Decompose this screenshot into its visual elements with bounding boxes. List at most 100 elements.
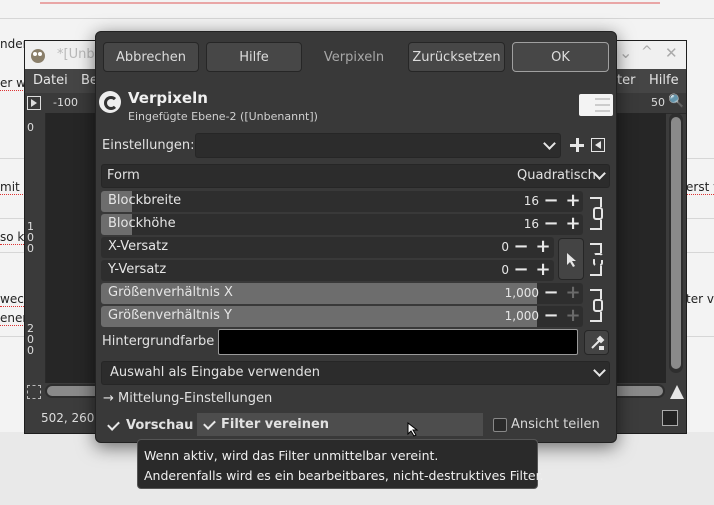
chain-linked-icon[interactable] — [593, 207, 603, 220]
mouse-cursor-icon — [407, 422, 419, 437]
block-width-spinscale[interactable]: Blockbreite 16 − + — [101, 191, 583, 212]
eyedropper-icon — [591, 335, 605, 350]
ratio-y-label: Größenverhältnis Y — [108, 308, 232, 323]
image-preview-icon[interactable] — [662, 410, 678, 426]
chain-bracket — [590, 243, 602, 253]
reset-button[interactable]: Zurücksetzen — [408, 42, 505, 72]
maximize-icon[interactable]: ^ — [641, 44, 653, 60]
block-height-spinscale[interactable]: Blockhöhe 16 − + — [101, 214, 583, 235]
ratio-y-spinscale[interactable]: Größenverhältnis Y 1,000 − + — [101, 306, 583, 327]
split-view-checkbox[interactable]: Ansicht teilen — [493, 417, 603, 435]
close-icon[interactable]: ✕ — [665, 44, 678, 62]
merge-filter-tooltip: Wenn aktiv, wird das Filter unmittelbar … — [137, 439, 544, 489]
pixelize-dialog: Abbrechen Hilfe Verpixeln Zurücksetzen O… — [95, 31, 617, 443]
chain-bracket — [590, 220, 602, 230]
menu-filter[interactable]: ter — [617, 73, 635, 88]
increment-icon[interactable]: + — [563, 191, 583, 212]
vertical-ruler: 0 1 0 0 2 0 0 — [25, 113, 46, 383]
gimp-logo-icon — [99, 91, 121, 113]
scrollbar-thumb[interactable] — [671, 117, 681, 369]
checkmark-icon — [107, 418, 120, 431]
zoom-icon[interactable]: 🔍 — [668, 94, 684, 109]
checkbox-indicator — [203, 417, 217, 432]
decrement-icon[interactable]: − — [541, 191, 561, 212]
background-color-label: Hintergrundfarbe — [102, 334, 215, 349]
minimize-icon[interactable]: ⌄ — [619, 43, 632, 62]
preview-checkbox[interactable]: Vorschau — [107, 417, 197, 435]
cancel-button[interactable]: Abbrechen — [103, 42, 199, 72]
ruler-label: 2 0 0 — [27, 322, 34, 357]
block-height-label: Blockhöhe — [108, 216, 176, 231]
decrement-icon[interactable]: − — [541, 283, 561, 304]
increment-icon[interactable]: + — [563, 306, 583, 327]
pointer-icon — [567, 253, 576, 267]
checkmark-icon — [203, 417, 216, 430]
offset-x-spinscale[interactable]: X-Versatz 0 − + — [101, 237, 554, 258]
vertical-scrollbar[interactable] — [669, 113, 683, 373]
navigate-icon[interactable] — [670, 385, 684, 399]
doc-text-fragment: ter ve — [686, 292, 714, 306]
help-button[interactable]: Hilfe — [206, 42, 302, 72]
increment-icon[interactable]: + — [533, 237, 553, 258]
preview-label: Vorschau — [126, 418, 194, 433]
checkbox-indicator — [493, 418, 507, 432]
ruler-label: 1 0 0 — [27, 220, 34, 255]
decrement-icon[interactable]: − — [541, 306, 561, 327]
chain-bracket — [590, 312, 602, 322]
decrement-icon[interactable]: − — [511, 260, 531, 281]
add-preset-icon[interactable] — [568, 136, 586, 154]
block-width-value: 16 — [523, 194, 539, 208]
chain-bracket — [590, 266, 602, 276]
settings-label: Einstellungen: — [102, 138, 195, 153]
ratio-x-spinscale[interactable]: Größenverhältnis X 1,000 − + — [101, 283, 583, 304]
arrow-right-icon: → — [103, 391, 114, 406]
tooltip-line: Wenn aktiv, wird das Filter unmittelbar … — [144, 448, 439, 463]
ruler-label: 0 — [27, 121, 34, 134]
ratio-x-value: 1,000 — [504, 286, 539, 300]
menu-hilfe[interactable]: Hilfe — [649, 73, 679, 88]
merge-filter-checkbox[interactable]: Filter vereinen — [197, 413, 483, 437]
block-height-value: 16 — [523, 217, 539, 231]
selection-icon[interactable] — [27, 385, 41, 399]
chain-linked-icon[interactable] — [593, 299, 603, 312]
menu-datei[interactable]: Datei — [33, 73, 68, 88]
merge-filter-label: Filter vereinen — [221, 417, 330, 432]
ratio-y-value: 1,000 — [504, 309, 539, 323]
layer-preview-icon[interactable] — [579, 94, 613, 116]
chain-bracket — [590, 197, 602, 207]
chevron-down-icon — [593, 364, 606, 377]
increment-icon[interactable]: + — [563, 214, 583, 235]
spellcheck-underline — [40, 2, 660, 4]
increment-icon[interactable]: + — [533, 260, 553, 281]
tooltip-line: Anderenfalls wird es ein bearbeitbares, … — [144, 468, 544, 483]
decrement-icon[interactable]: − — [511, 237, 531, 258]
pick-offset-button[interactable] — [558, 238, 584, 280]
shape-value: Quadratisch — [517, 168, 596, 183]
doc-text-fragment: so k — [0, 230, 25, 245]
pointer-coordinates: 502, 260 — [41, 411, 95, 425]
decrement-icon[interactable]: − — [541, 214, 561, 235]
input-source-value: Auswahl als Eingabe verwenden — [110, 365, 321, 380]
color-picker-button[interactable] — [584, 330, 609, 355]
increment-icon[interactable]: + — [563, 283, 583, 304]
preset-menu-icon[interactable] — [591, 138, 605, 152]
filter-title: Verpixeln — [128, 89, 208, 107]
mittelung-label: Mittelung-Einstellungen — [118, 391, 273, 406]
chain-broken-icon[interactable] — [593, 253, 603, 266]
ruler-label: 50 — [651, 96, 665, 109]
quickmask-toggle-icon[interactable] — [27, 96, 41, 110]
offset-x-value: 0 — [501, 240, 509, 254]
layer-name: Eingefügte Ebene-2 ([Unbenannt]) — [128, 110, 318, 123]
shape-label: Form — [107, 168, 140, 183]
offset-y-spinscale[interactable]: Y-Versatz 0 − + — [101, 260, 554, 281]
ok-button[interactable]: OK — [512, 42, 609, 72]
dialog-title: Verpixeln — [323, 50, 385, 65]
split-view-label: Ansicht teilen — [511, 417, 600, 432]
chevron-down-icon — [543, 137, 556, 150]
background-color-swatch[interactable] — [218, 329, 578, 355]
input-source-combo[interactable]: Auswahl als Eingabe verwenden — [101, 361, 610, 385]
doc-divider — [0, 18, 714, 19]
shape-combo[interactable]: Form Quadratisch — [101, 164, 610, 188]
doc-text-fragment: erst v — [686, 180, 714, 195]
settings-combo[interactable] — [195, 133, 561, 158]
